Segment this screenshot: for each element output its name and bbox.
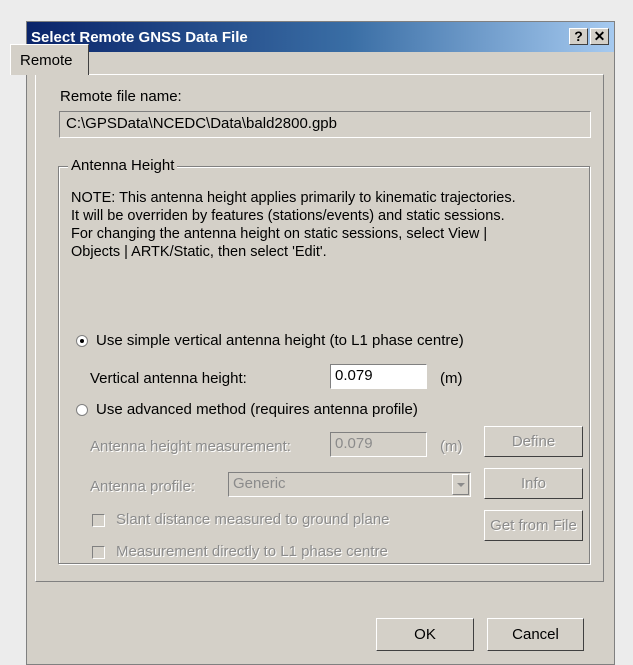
help-button[interactable]: ? (569, 28, 588, 45)
note-line: NOTE: This antenna height applies primar… (71, 190, 516, 206)
tab-remote[interactable]: Remote (10, 44, 89, 75)
direct-measurement-checkbox[interactable] (92, 546, 105, 559)
chevron-down-icon[interactable] (452, 474, 469, 495)
simple-height-option-label[interactable]: Use simple vertical antenna height (to L… (96, 332, 464, 349)
antenna-profile-select[interactable]: Generic (228, 472, 471, 497)
note-line: It will be overriden by features (statio… (71, 208, 505, 224)
advanced-method-radio[interactable] (76, 404, 88, 416)
get-from-file-button[interactable]: Get from File (484, 510, 583, 541)
remote-file-name-field: C:\GPSData\NCEDC\Data\bald2800.gpb (59, 111, 591, 138)
title-bar[interactable]: Select Remote GNSS Data File ? ✕ (27, 22, 614, 52)
antenna-measurement-unit: (m) (440, 438, 463, 455)
vertical-height-input[interactable]: 0.079 (330, 364, 427, 389)
direct-measurement-label: Measurement directly to L1 phase centre (116, 543, 388, 560)
close-button[interactable]: ✕ (590, 28, 609, 45)
note-line: Objects | ARTK/Static, then select 'Edit… (71, 244, 327, 260)
advanced-method-option-label[interactable]: Use advanced method (requires antenna pr… (96, 401, 418, 418)
define-button[interactable]: Define (484, 426, 583, 457)
simple-height-radio[interactable] (76, 335, 88, 347)
antenna-profile-label: Antenna profile: (90, 478, 196, 495)
note-line: For changing the antenna height on stati… (71, 226, 488, 242)
antenna-measurement-input[interactable]: 0.079 (330, 432, 427, 457)
ok-button[interactable]: OK (376, 618, 474, 651)
antenna-note: NOTE: This antenna height applies primar… (71, 189, 591, 261)
vertical-height-label: Vertical antenna height: (90, 370, 247, 387)
cancel-button[interactable]: Cancel (487, 618, 584, 651)
slant-distance-label: Slant distance measured to ground plane (116, 511, 390, 528)
antenna-profile-value: Generic (233, 475, 286, 492)
vertical-height-unit: (m) (440, 370, 463, 387)
remote-file-name-label: Remote file name: (60, 88, 182, 105)
antenna-measurement-label: Antenna height measurement: (90, 438, 291, 455)
antenna-height-group-title: Antenna Height (68, 157, 178, 174)
slant-distance-checkbox[interactable] (92, 514, 105, 527)
info-button[interactable]: Info (484, 468, 583, 499)
tab-remote-label: Remote (20, 52, 73, 69)
